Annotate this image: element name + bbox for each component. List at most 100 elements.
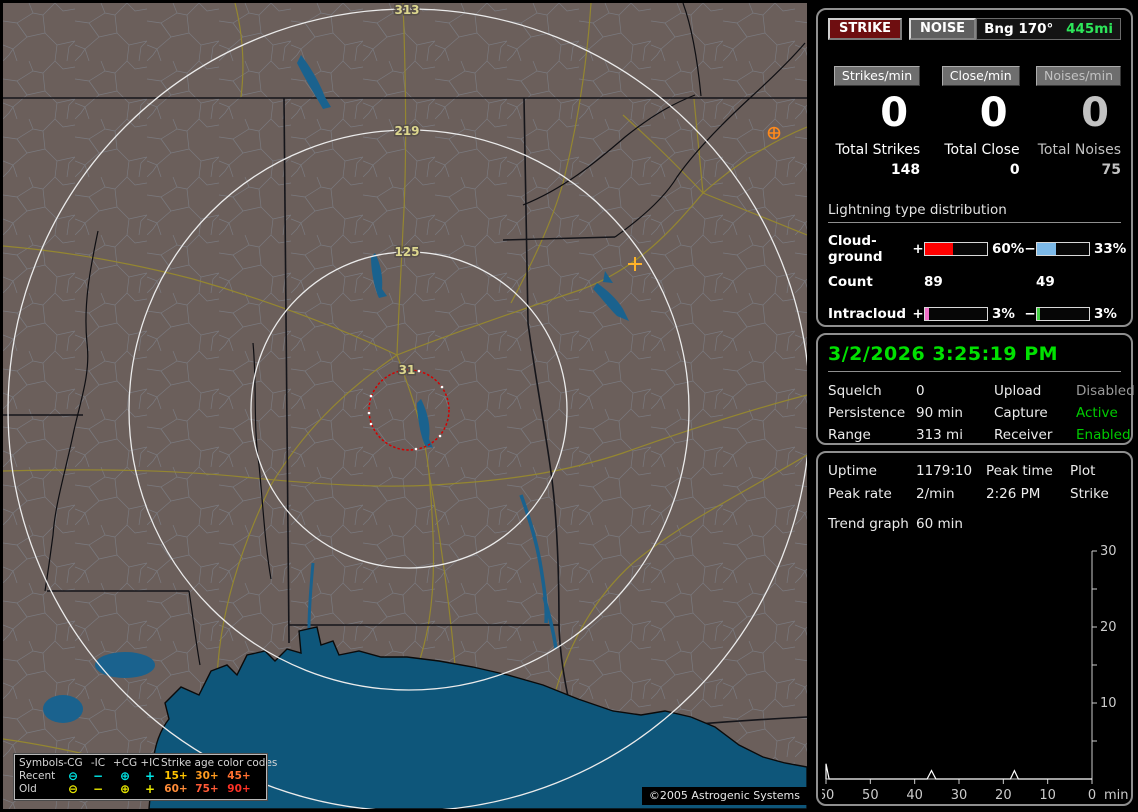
- side-panel: STRIKE NOISE Bng 170° 445mi Strikes/min …: [812, 0, 1138, 812]
- peak-time-label: Peak time: [986, 463, 1053, 479]
- age-code-15: 15+: [164, 770, 188, 782]
- legend-row-old-label: Old: [19, 783, 37, 795]
- plot-mode-value: Strike: [1070, 486, 1109, 502]
- bearing-distance: 445mi: [1066, 21, 1113, 37]
- lightning-type-distribution: Lightning type distribution Cloud-ground…: [828, 202, 1127, 347]
- age-code-90: 90+: [227, 783, 251, 795]
- svg-text:50: 50: [862, 788, 879, 803]
- total-noises-value: 75: [1101, 162, 1121, 178]
- cg-negative-bar: [1036, 242, 1090, 256]
- bearing-readout: Bng 170° 445mi: [976, 18, 1121, 40]
- datetime-display: 3/2/2026 3:25:19 PM: [828, 341, 1121, 372]
- svg-text:30: 30: [951, 788, 968, 803]
- close-per-min-column: Close/min 0 Total Close 0: [920, 66, 1020, 178]
- circled-plus-icon: ⊕: [119, 782, 131, 796]
- ic-negative-percent: 3%: [1094, 306, 1117, 322]
- map-display[interactable]: 313 219 125 31 Symbols -CG -IC +CG +IC S…: [3, 3, 807, 809]
- distribution-title: Lightning type distribution: [828, 202, 1121, 223]
- strike-stats-panel: STRIKE NOISE Bng 170° 445mi Strikes/min …: [816, 8, 1133, 347]
- receiver-status: Enabled: [1076, 427, 1131, 443]
- legend-symbols-header: Symbols: [19, 757, 64, 769]
- total-noises-label: Total Noises: [1037, 142, 1121, 158]
- svg-text:20: 20: [995, 788, 1012, 803]
- age-code-60: 60+: [164, 783, 188, 795]
- circled-minus-icon: ⊖: [67, 782, 79, 796]
- trend-graph-chart: 10 20 30 60 50 40 30 20 10 0 min: [822, 544, 1129, 803]
- age-code-45: 45+: [227, 770, 251, 782]
- squelch-value: 0: [916, 383, 925, 399]
- noise-button[interactable]: NOISE: [909, 18, 977, 40]
- app-window: 313 219 125 31 Symbols -CG -IC +CG +IC S…: [0, 0, 1138, 812]
- legend-row-recent-label: Recent: [19, 770, 56, 782]
- squelch-label: Squelch: [828, 383, 882, 399]
- svg-text:20: 20: [1100, 620, 1117, 635]
- positive-sign: +: [912, 306, 924, 322]
- close-per-min-value: 0: [979, 90, 1008, 136]
- capture-status: Active: [1076, 405, 1118, 421]
- map-legend: Symbols -CG -IC +CG +IC Strike age color…: [13, 753, 278, 801]
- cg-positive-percent: 60%: [992, 241, 1025, 257]
- svg-text:60: 60: [822, 788, 834, 803]
- svg-text:10: 10: [1100, 696, 1117, 711]
- status-panel: 3/2/2026 3:25:19 PM Squelch 0 Upload Dis…: [816, 333, 1135, 445]
- noises-per-min-header: Noises/min: [1036, 66, 1121, 86]
- negative-sign: −: [1024, 241, 1036, 257]
- rate-counters: Strikes/min 0 Total Strikes 148 Close/mi…: [828, 66, 1121, 178]
- svg-text:30: 30: [1100, 544, 1117, 559]
- cg-positive-count: 89: [924, 274, 943, 290]
- ic-negative-bar: [1036, 307, 1090, 321]
- cg-positive-bar: [924, 242, 988, 256]
- noises-per-min-value: 0: [1081, 90, 1109, 136]
- uptime-value: 1179:10: [916, 463, 973, 479]
- minus-icon: −: [92, 782, 104, 796]
- copyright-notice: ©2005 Astrogenic Systems: [641, 787, 807, 805]
- peak-rate-label: Peak rate: [828, 486, 892, 502]
- uptime-label: Uptime: [828, 463, 877, 479]
- age-code-75: 75+: [195, 783, 219, 795]
- trend-panel: Uptime 1179:10 Peak time Plot Peak rate …: [816, 451, 1133, 806]
- cg-negative-count: 49: [1036, 274, 1055, 290]
- trend-graph-window: 60 min: [916, 516, 963, 532]
- strikes-per-min-column: Strikes/min 0 Total Strikes 148: [828, 66, 921, 178]
- peak-time-value: 2:26 PM: [986, 486, 1041, 502]
- ring-label-313: 313: [394, 3, 419, 17]
- svg-text:10: 10: [1039, 788, 1056, 803]
- total-strikes-value: 148: [890, 162, 921, 178]
- ring-label-125: 125: [394, 245, 419, 259]
- ring-label-219: 219: [394, 124, 419, 138]
- positive-sign: +: [912, 241, 924, 257]
- strike-button[interactable]: STRIKE: [828, 18, 903, 40]
- svg-text:min: min: [1104, 788, 1129, 803]
- close-per-min-header: Close/min: [941, 66, 1020, 86]
- lightning-map: 313 219 125 31: [3, 3, 807, 809]
- negative-sign: −: [1024, 306, 1036, 322]
- trend-graph-label: Trend graph: [828, 516, 909, 532]
- ic-positive-percent: 3%: [992, 306, 1015, 322]
- cg-negative-percent: 33%: [1094, 241, 1127, 257]
- strikes-per-min-header: Strikes/min: [833, 66, 921, 86]
- bearing-label: Bng 170°: [984, 21, 1054, 37]
- ring-label-31: 31: [399, 363, 416, 377]
- noises-per-min-column: Noises/min 0 Total Noises 75: [1020, 66, 1121, 178]
- total-close-label: Total Close: [944, 142, 1020, 158]
- range-label: Range: [828, 427, 871, 443]
- plot-label: Plot: [1070, 463, 1096, 479]
- persistence-label: Persistence: [828, 405, 906, 421]
- plus-icon: +: [144, 782, 156, 796]
- range-value: 313 mi: [916, 427, 963, 443]
- total-close-value: 0: [1009, 162, 1020, 178]
- legend-age-header: Strike age color codes: [161, 757, 278, 769]
- capture-label: Capture: [994, 405, 1048, 421]
- persistence-value: 90 min: [916, 405, 963, 421]
- receiver-label: Receiver: [994, 427, 1053, 443]
- cloud-ground-label: Cloud-ground: [828, 233, 883, 265]
- cg-count-label: Count: [828, 274, 873, 290]
- ic-positive-bar: [924, 307, 988, 321]
- cg-strike-icon: [767, 126, 781, 140]
- age-code-30: 30+: [195, 770, 219, 782]
- upload-label: Upload: [994, 383, 1042, 399]
- peak-rate-value: 2/min: [916, 486, 955, 502]
- total-strikes-label: Total Strikes: [835, 142, 921, 158]
- svg-text:40: 40: [906, 788, 923, 803]
- strikes-per-min-value: 0: [880, 90, 909, 136]
